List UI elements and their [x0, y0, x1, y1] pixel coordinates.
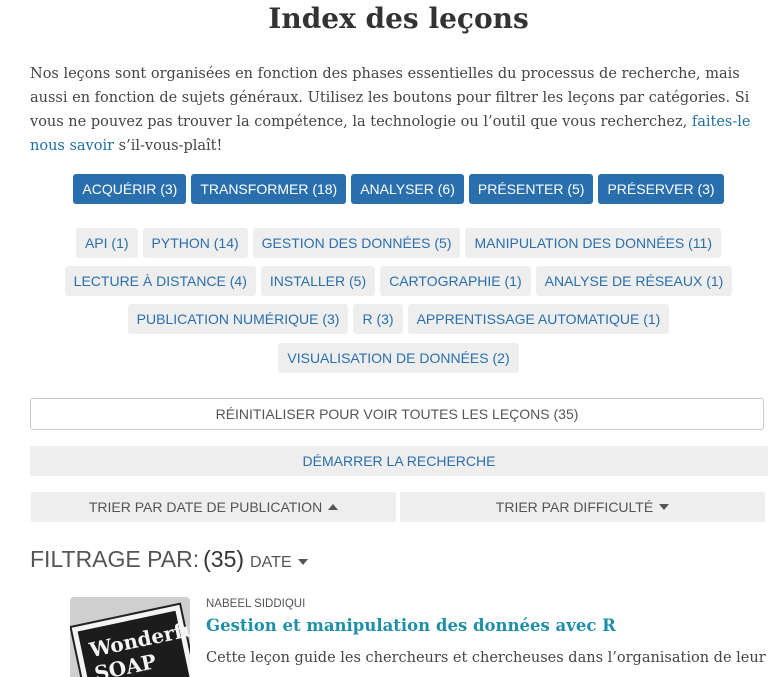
intro-end: s’il-vous-plaît! [114, 138, 223, 154]
start-search-button[interactable]: DÉMARRER LA RECHERCHE [30, 446, 768, 476]
sort-by-difficulty-label: TRIER PAR DIFFICULTÉ [495, 499, 654, 515]
filter-label: FILTRAGE PAR: [30, 546, 200, 572]
topic-button-r[interactable]: R (3) [353, 304, 403, 334]
page-title: Index des leçons [268, 2, 529, 35]
date-sort-toggle[interactable]: DATE [250, 554, 308, 571]
topic-filter-row-3: PUBLICATION NUMÉRIQUE (3) R (3) APPRENTI… [0, 304, 783, 334]
topic-button-data-manipulation[interactable]: MANIPULATION DES DONNÉES (11) [465, 228, 722, 258]
topic-button-network-analysis[interactable]: ANALYSE DE RÉSEAUX (1) [535, 266, 733, 296]
topic-button-distant-reading[interactable]: LECTURE À DISTANCE (4) [64, 266, 256, 296]
intro-text: Nos leçons sont organisées en fonction d… [30, 66, 750, 130]
phase-button-analyze[interactable]: ANALYSER (6) [351, 174, 464, 204]
topic-button-python[interactable]: PYTHON (14) [142, 228, 248, 258]
topic-button-api[interactable]: API (1) [75, 228, 138, 258]
topic-button-machine-learning[interactable]: APPRENTISSAGE AUTOMATIQUE (1) [407, 304, 670, 334]
intro-paragraph: Nos leçons sont organisées en fonction d… [30, 62, 765, 158]
result-count: (35) [203, 546, 245, 572]
topic-button-data-visualization[interactable]: VISUALISATION DE DONNÉES (2) [278, 343, 519, 373]
topic-button-digital-publishing[interactable]: PUBLICATION NUMÉRIQUE (3) [127, 304, 349, 334]
sort-by-date-label: TRIER PAR DATE DE PUBLICATION [88, 499, 323, 515]
filter-status: FILTRAGE PAR: (35) DATE [30, 546, 308, 573]
phase-button-preserve[interactable]: PRÉSERVER (3) [598, 174, 724, 204]
phase-button-acquire[interactable]: ACQUÉRIR (3) [73, 174, 187, 204]
date-sort-label: DATE [250, 554, 292, 571]
topic-button-data-management[interactable]: GESTION DES DONNÉES (5) [252, 228, 461, 258]
phase-button-present[interactable]: PRÉSENTER (5) [468, 174, 594, 204]
chevron-down-icon [297, 559, 308, 565]
topic-filter-row-4: VISUALISATION DE DONNÉES (2) [0, 343, 783, 373]
lesson-excerpt: Cette leçon guide les chercheurs et cher… [206, 650, 766, 666]
topic-filter-row-1: API (1) PYTHON (14) GESTION DES DONNÉES … [0, 228, 783, 258]
reset-button[interactable]: RÉINITIALISER POUR VOIR TOUTES LES LEÇON… [30, 398, 764, 430]
lesson-author: NABEEL SIDDIQUI [206, 598, 306, 610]
topic-button-install[interactable]: INSTALLER (5) [260, 266, 376, 296]
phase-button-transform[interactable]: TRANSFORMER (18) [191, 174, 347, 204]
soap-box-image: WonderfulSOAP [70, 597, 190, 677]
sort-by-date-button[interactable]: TRIER PAR DATE DE PUBLICATION [31, 492, 396, 522]
sort-by-difficulty-button[interactable]: TRIER PAR DIFFICULTÉ [400, 492, 765, 522]
sort-descending-icon [659, 504, 670, 510]
topic-filter-row-2: LECTURE À DISTANCE (4) INSTALLER (5) CAR… [0, 266, 783, 296]
phase-filter-row: ACQUÉRIR (3) TRANSFORMER (18) ANALYSER (… [0, 174, 783, 204]
topic-button-mapping[interactable]: CARTOGRAPHIE (1) [380, 266, 531, 296]
lesson-thumbnail[interactable]: WonderfulSOAP [70, 597, 190, 677]
sort-ascending-icon [328, 504, 339, 510]
lesson-title-link[interactable]: Gestion et manipulation des données avec… [206, 616, 616, 635]
